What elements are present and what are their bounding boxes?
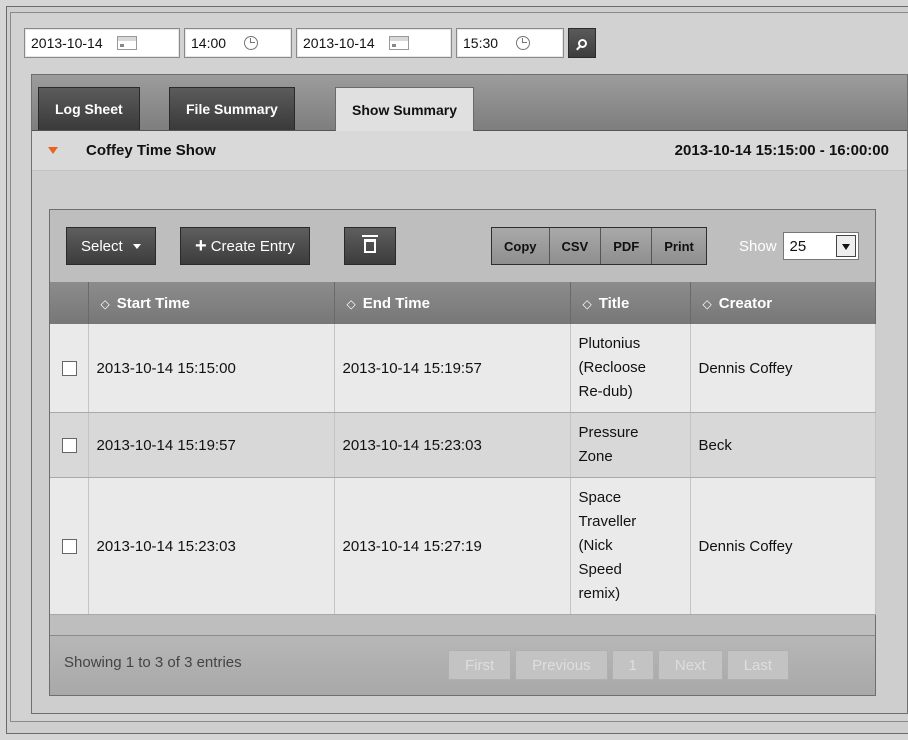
end-date-value: 2013-10-14 <box>303 35 375 51</box>
select-label: Select <box>81 237 123 255</box>
end-time-value: 15:30 <box>463 35 499 51</box>
sort-icon: ◇ <box>702 296 712 311</box>
tab-show-summary[interactable]: Show Summary <box>335 87 475 132</box>
show-title: Coffey Time Show <box>86 142 216 159</box>
header-label: End Time <box>362 294 430 312</box>
row-select-cell <box>50 412 89 478</box>
show-label: Show <box>739 237 777 255</box>
entries-info: Showing 1 to 3 of 3 entries <box>64 654 242 671</box>
next-page-button[interactable]: Next <box>657 650 723 680</box>
column-header-start-time[interactable]: ◇ Start Time <box>88 282 335 324</box>
header-label: Start Time <box>116 294 190 312</box>
row-select-cell <box>50 477 89 615</box>
csv-button[interactable]: CSV <box>549 228 602 264</box>
start-date-field[interactable]: 2013-10-14 <box>24 28 180 58</box>
show-header[interactable]: Coffey Time Show 2013-10-14 15:15:00 - 1… <box>32 131 907 171</box>
start-time-cell: 2013-10-14 15:15:00 <box>88 324 335 413</box>
page-number-button[interactable]: 1 <box>611 650 654 680</box>
table-row[interactable]: 2013-10-14 15:23:03 2013-10-14 15:27:19 … <box>50 477 876 615</box>
dropdown-arrow-icon[interactable] <box>835 235 856 257</box>
title-cell: Plutonius (Recloose Re-dub) <box>570 324 691 413</box>
print-button[interactable]: Print <box>652 228 706 264</box>
table-toolbar: Select + Create Entry Copy CSV PDF Print… <box>50 210 875 282</box>
end-time-cell: 2013-10-14 15:23:03 <box>334 412 571 478</box>
row-checkbox[interactable] <box>62 539 77 555</box>
start-time-value: 14:00 <box>191 35 227 51</box>
copy-button[interactable]: Copy <box>492 228 550 264</box>
caret-down-icon <box>132 243 141 249</box>
search-button[interactable] <box>568 28 596 58</box>
table-header-row: ◇ Start Time ◇ End Time ◇ Title ◇ Creator <box>50 282 876 324</box>
title-line: Space <box>578 489 622 506</box>
show-table-container: Select + Create Entry Copy CSV PDF Print… <box>49 209 876 696</box>
calendar-icon[interactable] <box>388 36 409 50</box>
header-label: Title <box>598 294 630 312</box>
title-line: remix) <box>578 585 621 602</box>
start-date-value: 2013-10-14 <box>31 35 103 51</box>
trash-icon <box>362 235 378 253</box>
row-select-cell <box>50 324 89 413</box>
end-time-cell: 2013-10-14 15:27:19 <box>334 477 571 615</box>
start-time-cell: 2013-10-14 15:19:57 <box>88 412 335 478</box>
creator-cell: Beck <box>690 412 876 478</box>
column-header-creator[interactable]: ◇ Creator <box>690 282 876 324</box>
show-time-range: 2013-10-14 15:15:00 - 16:00:00 <box>674 142 889 159</box>
select-column-header <box>50 282 89 324</box>
pdf-button[interactable]: PDF <box>601 228 653 264</box>
title-line: Zone <box>578 448 613 465</box>
creator-cell: Dennis Coffey <box>690 324 876 413</box>
table-row[interactable]: 2013-10-14 15:15:00 2013-10-14 15:19:57 … <box>50 324 876 413</box>
title-cell: Space Traveller (Nick Speed remix) <box>570 477 691 615</box>
date-filter-bar: 2013-10-14 14:00 2013-10-14 15:30 <box>24 28 596 60</box>
table-footer: Showing 1 to 3 of 3 entries First Previo… <box>50 635 875 695</box>
start-time-cell: 2013-10-14 15:23:03 <box>88 477 335 615</box>
row-checkbox[interactable] <box>62 438 77 454</box>
collapse-triangle-icon[interactable] <box>48 147 58 154</box>
title-line: Speed <box>578 561 622 578</box>
first-page-button[interactable]: First <box>448 650 512 680</box>
clock-icon[interactable] <box>244 36 259 50</box>
page-length-control: Show 25 <box>739 227 859 265</box>
search-icon <box>577 38 587 48</box>
title-line: Pressure <box>578 424 639 441</box>
title-cell: Pressure Zone <box>570 412 691 478</box>
select-dropdown-button[interactable]: Select <box>66 227 156 265</box>
tab-strip: Log Sheet File Summary Show Summary <box>32 75 907 132</box>
table-row[interactable]: 2013-10-14 15:19:57 2013-10-14 15:23:03 … <box>50 412 876 478</box>
create-entry-button[interactable]: + Create Entry <box>180 227 310 265</box>
clock-icon[interactable] <box>516 36 531 50</box>
title-line: Traveller <box>578 513 637 530</box>
start-time-field[interactable]: 14:00 <box>184 28 292 58</box>
plus-icon: + <box>195 235 207 257</box>
tab-log-sheet[interactable]: Log Sheet <box>38 87 140 130</box>
title-line: (Nick <box>578 537 613 554</box>
tab-panel: Log Sheet File Summary Show Summary Coff… <box>31 74 908 714</box>
title-line: Plutonius <box>578 335 641 352</box>
title-line: Re-dub) <box>578 383 633 400</box>
column-header-title[interactable]: ◇ Title <box>570 282 691 324</box>
creator-cell: Dennis Coffey <box>690 477 876 615</box>
last-page-button[interactable]: Last <box>726 650 790 680</box>
end-time-cell: 2013-10-14 15:19:57 <box>334 324 571 413</box>
delete-button[interactable] <box>344 227 396 265</box>
pagination: First Previous 1 Next Last <box>448 650 790 680</box>
end-date-field[interactable]: 2013-10-14 <box>296 28 452 58</box>
tab-file-summary[interactable]: File Summary <box>169 87 295 130</box>
sort-icon: ◇ <box>100 296 110 311</box>
row-checkbox[interactable] <box>62 361 77 377</box>
title-line: (Recloose <box>578 359 647 376</box>
sort-icon: ◇ <box>582 296 592 311</box>
show-entries-table: ◇ Start Time ◇ End Time ◇ Title ◇ Creator 20… <box>50 282 876 615</box>
create-entry-label: Create Entry <box>210 237 295 255</box>
column-header-end-time[interactable]: ◇ End Time <box>334 282 571 324</box>
header-label: Creator <box>718 294 773 312</box>
calendar-icon[interactable] <box>116 36 137 50</box>
previous-page-button[interactable]: Previous <box>515 650 608 680</box>
page-length-select[interactable]: 25 <box>782 232 859 260</box>
end-time-field[interactable]: 15:30 <box>456 28 564 58</box>
export-button-group: Copy CSV PDF Print <box>491 227 707 265</box>
sort-icon: ◇ <box>346 296 356 311</box>
page-length-value: 25 <box>789 237 807 255</box>
